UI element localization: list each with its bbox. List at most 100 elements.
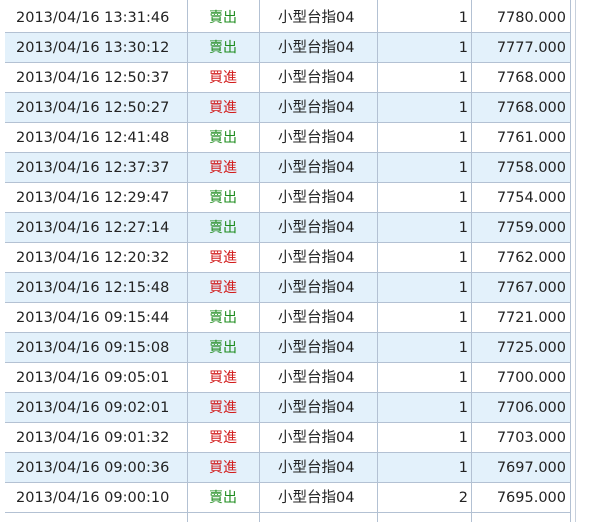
trade-side-cell: 買進 bbox=[209, 160, 237, 176]
table-row[interactable]: 2013/04/16 13:31:46 賣出 小型台指04 1 7780.000 bbox=[5, 3, 571, 33]
trade-price-cell: 7761.000 bbox=[496, 130, 566, 146]
trade-side-cell: 買進 bbox=[209, 280, 237, 296]
table-row[interactable]: 2013/04/16 09:01:32 買進 小型台指04 1 7703.000 bbox=[5, 423, 571, 453]
trade-time-cell: 2013/04/16 09:02:01 bbox=[16, 400, 170, 416]
table-row[interactable]: 2013/04/16 09:15:08 賣出 小型台指04 1 7725.000 bbox=[5, 333, 571, 363]
trade-quantity-cell: 1 bbox=[458, 430, 468, 446]
trade-quantity-cell: 1 bbox=[458, 400, 468, 416]
trade-time-cell: 2013/04/16 12:29:47 bbox=[16, 190, 170, 206]
trade-price-cell: 7706.000 bbox=[496, 400, 566, 416]
trade-product-cell: 小型台指04 bbox=[278, 160, 355, 176]
trade-time-cell: 2013/04/16 09:00:10 bbox=[16, 490, 170, 506]
trade-side-cell: 買進 bbox=[209, 400, 237, 416]
table-row[interactable]: 2013/04/16 09:00:10 賣出 小型台指04 2 7695.000 bbox=[5, 483, 571, 513]
column-divider bbox=[570, 0, 571, 522]
trade-price-cell: 7725.000 bbox=[496, 340, 566, 356]
trade-product-cell: 小型台指04 bbox=[278, 370, 355, 386]
trade-time-cell: 2013/04/16 13:30:12 bbox=[16, 40, 170, 56]
trade-side-cell: 買進 bbox=[209, 430, 237, 446]
table-row[interactable]: 2013/04/16 12:20:32 買進 小型台指04 1 7762.000 bbox=[5, 243, 571, 273]
column-divider bbox=[377, 0, 378, 522]
trade-price-cell: 7762.000 bbox=[496, 250, 566, 266]
trade-side-cell: 買進 bbox=[209, 100, 237, 116]
trade-side-cell: 買進 bbox=[209, 370, 237, 386]
trade-time-cell: 2013/04/16 12:15:48 bbox=[16, 280, 170, 296]
trade-product-cell: 小型台指04 bbox=[278, 130, 355, 146]
column-divider bbox=[259, 0, 260, 522]
trade-quantity-cell: 1 bbox=[458, 220, 468, 236]
trade-product-cell: 小型台指04 bbox=[278, 40, 355, 56]
trade-time-cell: 2013/04/16 12:50:37 bbox=[16, 70, 170, 86]
trade-side-cell: 賣出 bbox=[209, 490, 237, 506]
table-row[interactable]: 2013/04/16 09:15:44 賣出 小型台指04 1 7721.000 bbox=[5, 303, 571, 333]
table-row[interactable]: 2013/04/16 09:02:01 買進 小型台指04 1 7706.000 bbox=[5, 393, 571, 423]
table-row[interactable]: 2013/04/16 12:37:37 買進 小型台指04 1 7758.000 bbox=[5, 153, 571, 183]
trade-price-cell: 7758.000 bbox=[496, 160, 566, 176]
trade-time-cell: 2013/04/16 09:01:32 bbox=[16, 430, 170, 446]
trade-product-cell: 小型台指04 bbox=[278, 250, 355, 266]
table-row[interactable]: 2013/04/16 12:15:48 買進 小型台指04 1 7767.000 bbox=[5, 273, 571, 303]
trade-time-cell: 2013/04/16 09:15:08 bbox=[16, 340, 170, 356]
trade-quantity-cell: 1 bbox=[458, 310, 468, 326]
trade-price-cell: 7721.000 bbox=[496, 310, 566, 326]
trade-price-cell: 7777.000 bbox=[496, 40, 566, 56]
column-divider bbox=[471, 0, 472, 522]
trade-time-cell: 2013/04/16 12:20:32 bbox=[16, 250, 170, 266]
trade-side-cell: 賣出 bbox=[209, 220, 237, 236]
trade-product-cell: 小型台指04 bbox=[278, 100, 355, 116]
column-divider bbox=[187, 0, 188, 522]
trade-time-cell: 2013/04/16 09:05:01 bbox=[16, 370, 170, 386]
trade-price-cell: 7768.000 bbox=[496, 100, 566, 116]
trade-price-cell: 7759.000 bbox=[496, 220, 566, 236]
trade-quantity-cell: 1 bbox=[458, 10, 468, 26]
trade-product-cell: 小型台指04 bbox=[278, 280, 355, 296]
trade-price-cell: 7754.000 bbox=[496, 190, 566, 206]
table-row[interactable]: 2013/04/16 09:00:36 買進 小型台指04 1 7697.000 bbox=[5, 453, 571, 483]
trade-side-cell: 賣出 bbox=[209, 310, 237, 326]
trade-time-cell: 2013/04/16 12:50:27 bbox=[16, 100, 170, 116]
trade-side-cell: 買進 bbox=[209, 250, 237, 266]
trade-price-cell: 7768.000 bbox=[496, 70, 566, 86]
trade-product-cell: 小型台指04 bbox=[278, 220, 355, 236]
trade-side-cell: 賣出 bbox=[209, 340, 237, 356]
trade-product-cell: 小型台指04 bbox=[278, 10, 355, 26]
trade-price-cell: 7767.000 bbox=[496, 280, 566, 296]
trade-product-cell: 小型台指04 bbox=[278, 340, 355, 356]
trade-time-cell: 2013/04/16 09:15:44 bbox=[16, 310, 170, 326]
trade-quantity-cell: 1 bbox=[458, 100, 468, 116]
trade-product-cell: 小型台指04 bbox=[278, 400, 355, 416]
trade-product-cell: 小型台指04 bbox=[278, 430, 355, 446]
trade-quantity-cell: 1 bbox=[458, 460, 468, 476]
trade-side-cell: 買進 bbox=[209, 70, 237, 86]
trade-quantity-cell: 2 bbox=[458, 490, 468, 506]
trade-price-cell: 7703.000 bbox=[496, 430, 566, 446]
trade-quantity-cell: 1 bbox=[458, 160, 468, 176]
trade-product-cell: 小型台指04 bbox=[278, 310, 355, 326]
table-row[interactable]: 2013/04/16 12:50:27 買進 小型台指04 1 7768.000 bbox=[5, 93, 571, 123]
trade-quantity-cell: 1 bbox=[458, 370, 468, 386]
trade-price-cell: 7780.000 bbox=[496, 10, 566, 26]
table-row[interactable]: 2013/04/16 12:50:37 買進 小型台指04 1 7768.000 bbox=[5, 63, 571, 93]
trade-quantity-cell: 1 bbox=[458, 130, 468, 146]
trade-side-cell: 賣出 bbox=[209, 40, 237, 56]
trade-quantity-cell: 1 bbox=[458, 40, 468, 56]
trade-quantity-cell: 1 bbox=[458, 190, 468, 206]
trade-price-cell: 7697.000 bbox=[496, 460, 566, 476]
trade-time-cell: 2013/04/16 12:27:14 bbox=[16, 220, 170, 236]
table-row[interactable]: 2013/04/16 12:27:14 賣出 小型台指04 1 7759.000 bbox=[5, 213, 571, 243]
table-row[interactable]: 2013/04/16 12:41:48 賣出 小型台指04 1 7761.000 bbox=[5, 123, 571, 153]
trade-history-grid: 2013/04/16 13:31:46 賣出 小型台指04 1 7780.000 2013… bbox=[5, 0, 571, 522]
table-row[interactable]: 2013/04/16 13:30:12 賣出 小型台指04 1 7777.000 bbox=[5, 33, 571, 63]
trade-product-cell: 小型台指04 bbox=[278, 490, 355, 506]
table-row[interactable]: 2013/04/16 12:29:47 賣出 小型台指04 1 7754.000 bbox=[5, 183, 571, 213]
trade-quantity-cell: 1 bbox=[458, 250, 468, 266]
trade-time-cell: 2013/04/16 13:31:46 bbox=[16, 10, 170, 26]
trade-quantity-cell: 1 bbox=[458, 70, 468, 86]
table-row[interactable]: 2013/04/16 09:05:01 買進 小型台指04 1 7700.000 bbox=[5, 363, 571, 393]
trade-side-cell: 賣出 bbox=[209, 130, 237, 146]
trade-time-cell: 2013/04/16 09:00:36 bbox=[16, 460, 170, 476]
trade-price-cell: 7695.000 bbox=[496, 490, 566, 506]
scrollbar-edge[interactable] bbox=[575, 0, 576, 522]
trade-side-cell: 買進 bbox=[209, 460, 237, 476]
trade-price-cell: 7700.000 bbox=[496, 370, 566, 386]
